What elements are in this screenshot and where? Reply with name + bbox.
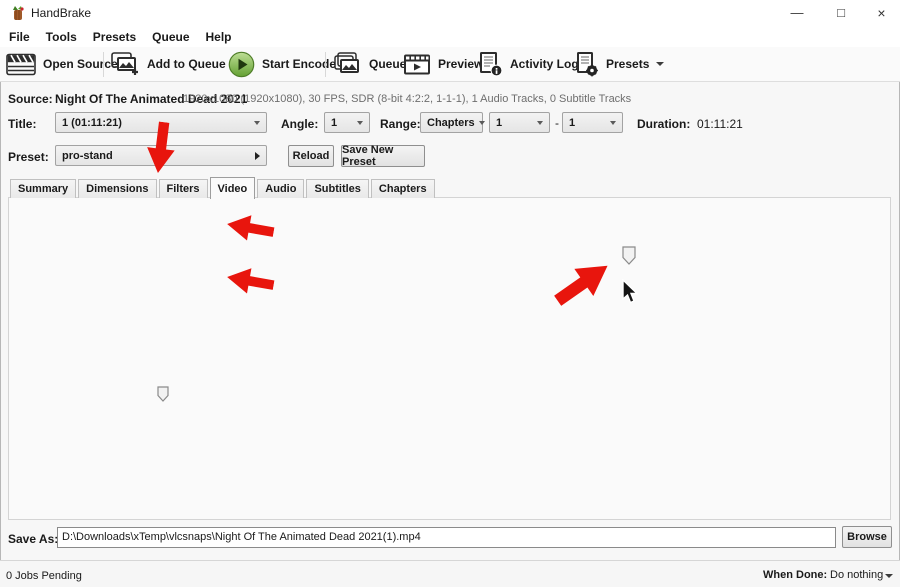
toolbar-separator	[103, 52, 104, 77]
tab-strip: Summary Dimensions Filters Video Audio S…	[10, 179, 437, 199]
save-as-input[interactable]: D:\Downloads\xTemp\vlcsnaps\Night Of The…	[57, 527, 836, 548]
when-done-label: When Done:	[763, 569, 827, 581]
tab-chapters[interactable]: Chapters	[371, 179, 435, 198]
title-label: Title:	[8, 117, 36, 131]
angle-label: Angle:	[281, 117, 318, 131]
toolbar-separator	[325, 52, 326, 77]
toolbar-presets-button[interactable]: Presets	[573, 49, 664, 79]
tab-filters[interactable]: Filters	[159, 179, 208, 198]
chevron-down-icon[interactable]	[885, 574, 893, 578]
video-tab-panel	[8, 197, 891, 520]
range-end-value: 1	[569, 117, 575, 129]
queue-label: Queue	[369, 57, 406, 71]
preview-button[interactable]: Preview	[403, 49, 483, 79]
minimize-button[interactable]: —	[775, 0, 819, 26]
title-select-value: 1 (01:11:21)	[62, 117, 122, 129]
angle-select[interactable]: 1	[324, 112, 370, 133]
save-as-label: Save As:	[8, 532, 58, 546]
add-to-queue-button[interactable]: Add to Queue	[110, 49, 241, 79]
add-to-queue-icon	[110, 51, 140, 77]
range-start-select[interactable]: 1	[489, 112, 550, 133]
preset-label: Preset:	[8, 150, 49, 164]
duration-value: 01:11:21	[697, 117, 743, 131]
queue-button[interactable]: Queue	[332, 49, 406, 79]
menu-help[interactable]: Help	[198, 30, 240, 44]
mouse-cursor	[620, 279, 640, 305]
source-label: Source:	[8, 92, 53, 106]
chevron-down-icon	[254, 121, 260, 125]
menu-bar: File Tools Presets Queue Help	[0, 26, 900, 47]
save-new-preset-button[interactable]: Save New Preset	[341, 145, 425, 167]
tab-summary[interactable]: Summary	[10, 179, 76, 198]
presets-icon	[573, 51, 599, 77]
open-source-button[interactable]: Open Source	[6, 49, 118, 79]
maximize-button[interactable]: □	[819, 0, 863, 26]
chevron-down-icon	[656, 62, 664, 66]
activity-log-icon	[477, 51, 503, 77]
toolbar-presets-label: Presets	[606, 57, 649, 71]
range-type-value: Chapters	[427, 117, 475, 129]
encoder-preset-slider-thumb[interactable]	[157, 386, 169, 402]
chevron-right-icon	[255, 152, 260, 160]
add-to-queue-label: Add to Queue	[147, 57, 226, 71]
tab-audio[interactable]: Audio	[257, 179, 304, 198]
chevron-down-icon	[537, 121, 543, 125]
jobs-pending-status: 0 Jobs Pending	[6, 570, 82, 582]
window-title: HandBrake	[31, 0, 91, 26]
chevron-down-icon	[479, 121, 485, 125]
menu-file[interactable]: File	[1, 30, 38, 44]
start-encode-button[interactable]: Start Encode	[228, 49, 336, 79]
menu-queue[interactable]: Queue	[144, 30, 197, 44]
chevron-down-icon	[610, 121, 616, 125]
browse-button[interactable]: Browse	[842, 526, 892, 548]
menu-presets[interactable]: Presets	[85, 30, 144, 44]
quality-slider-thumb[interactable]	[622, 246, 636, 265]
range-start-value: 1	[496, 117, 502, 129]
range-type-select[interactable]: Chapters	[420, 112, 483, 133]
activity-log-label: Activity Log	[510, 57, 579, 71]
play-circle-icon	[228, 51, 255, 78]
open-source-label: Open Source	[43, 57, 118, 71]
angle-select-value: 1	[331, 117, 337, 129]
range-separator: -	[555, 116, 559, 130]
when-done-select[interactable]: Do nothing	[830, 569, 883, 581]
chevron-down-icon	[357, 121, 363, 125]
menu-tools[interactable]: Tools	[38, 30, 85, 44]
annotation-arrow-video-tab	[142, 120, 180, 176]
close-button[interactable]: ×	[863, 0, 900, 26]
title-bar: HandBrake — □ ×	[0, 0, 900, 26]
tab-subtitles[interactable]: Subtitles	[306, 179, 368, 198]
reload-button[interactable]: Reload	[288, 145, 334, 167]
handbrake-logo-icon	[10, 5, 26, 21]
duration-label: Duration:	[637, 117, 690, 131]
status-bar: 0 Jobs Pending When Done: Do nothing	[0, 560, 900, 587]
film-preview-icon	[403, 53, 431, 76]
preset-select-value: pro-stand	[62, 150, 113, 162]
source-details: 1920x1080 (1920x1080), 30 FPS, SDR (8-bi…	[183, 93, 631, 105]
tab-dimensions[interactable]: Dimensions	[78, 179, 156, 198]
tab-video[interactable]: Video	[210, 177, 256, 199]
range-end-select[interactable]: 1	[562, 112, 623, 133]
range-label: Range:	[380, 117, 421, 131]
activity-log-button[interactable]: Activity Log	[477, 49, 579, 79]
clapperboard-icon	[6, 53, 36, 76]
queue-icon	[332, 51, 362, 77]
